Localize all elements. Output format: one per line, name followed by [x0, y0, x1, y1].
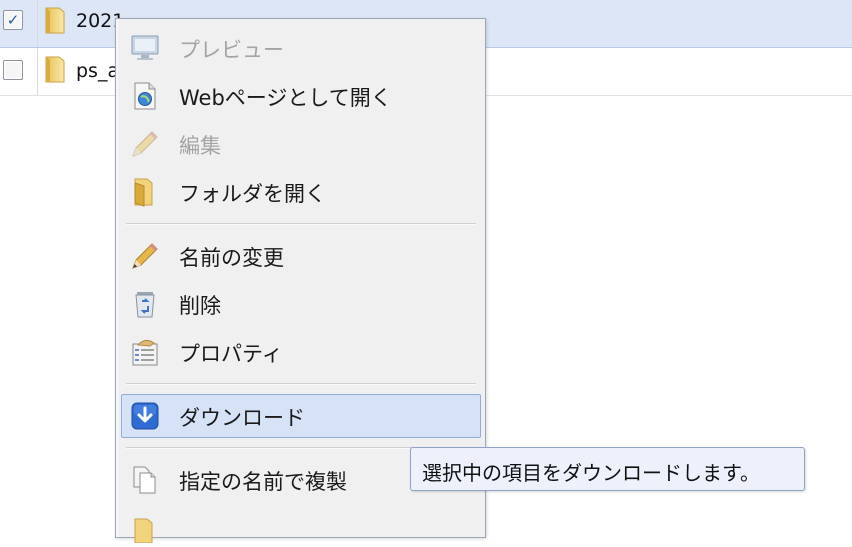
menu-separator	[126, 383, 476, 385]
properties-icon	[132, 339, 158, 366]
pencil-icon	[132, 131, 158, 157]
recycle-icon	[135, 292, 155, 318]
menu-item-label: 指定の名前で複製	[179, 470, 347, 494]
menu-item-partial[interactable]	[118, 507, 483, 547]
menu-item-label: 削除	[179, 294, 221, 318]
menu-item-label: プロパティ	[179, 342, 283, 366]
menu-item-delete[interactable]: 削除	[118, 283, 483, 323]
menu-item-label: フォルダを開く	[179, 182, 326, 206]
menu-item-label: ダウンロード	[179, 406, 305, 430]
folder-icon	[45, 7, 65, 34]
menu-item-preview[interactable]: プレビュー	[118, 27, 483, 67]
row-checkbox[interactable]	[3, 60, 23, 80]
tooltip-text: 選択中の項目をダウンロードします。	[422, 461, 760, 485]
duplicate-icon	[133, 466, 156, 494]
menu-item-open-folder[interactable]: フォルダを開く	[118, 171, 483, 211]
menu-item-properties[interactable]: プロパティ	[118, 331, 483, 371]
open-folder-icon	[134, 178, 153, 207]
menu-item-label: 名前の変更	[179, 246, 284, 270]
menu-item-download[interactable]: ダウンロード	[118, 394, 483, 438]
menu-item-open-as-webpage[interactable]: Webページとして開く	[118, 75, 483, 115]
menu-separator	[126, 223, 476, 225]
menu-item-label: Webページとして開く	[179, 86, 392, 110]
file-name[interactable]: ps_a	[76, 60, 119, 82]
folder-icon	[45, 56, 65, 83]
menu-item-label: プレビュー	[179, 38, 284, 62]
menu-item-rename[interactable]: 名前の変更	[118, 235, 483, 275]
checkbox-cell: ✓	[0, 0, 38, 47]
row-checkbox[interactable]: ✓	[3, 10, 23, 30]
menu-item-label: 編集	[179, 134, 221, 158]
menu-item-edit[interactable]: 編集	[118, 123, 483, 163]
pencil-icon	[132, 243, 158, 269]
web-page-icon	[134, 82, 156, 110]
tooltip: 選択中の項目をダウンロードします。	[410, 447, 805, 491]
checkbox-cell	[0, 48, 38, 95]
monitor-icon	[131, 35, 159, 60]
download-icon	[131, 402, 159, 430]
